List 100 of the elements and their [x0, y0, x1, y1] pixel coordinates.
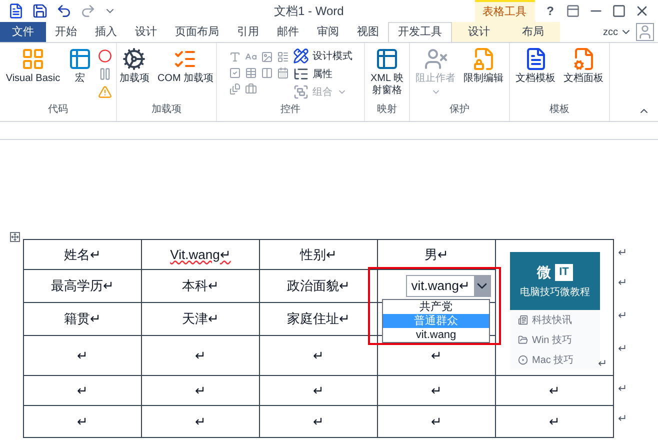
- group-label: 映射: [376, 102, 398, 117]
- row-end-mark: ↵: [618, 246, 627, 258]
- group-label: 控件: [280, 103, 302, 117]
- table-cell-text: 最高学历↵: [51, 278, 114, 293]
- warning-icon[interactable]: [98, 85, 112, 99]
- ribbon-button[interactable]: 文档面板: [562, 47, 606, 85]
- table-cell-text: ↵: [77, 348, 88, 362]
- table-cell-text: ↵: [195, 348, 206, 362]
- table-cell-text: 籍贯↵: [64, 311, 101, 326]
- card-link[interactable]: 科技快讯: [532, 312, 572, 328]
- files-icon[interactable]: [228, 83, 240, 95]
- table-cell-text: 本科↵: [182, 278, 219, 293]
- ribbon-button[interactable]: 设计模式: [292, 47, 352, 65]
- ribbon-button[interactable]: 宏: [66, 47, 94, 85]
- card-link[interactable]: Win 技巧: [532, 332, 572, 348]
- table-icon[interactable]: [244, 67, 256, 79]
- ribbon-button[interactable]: 限制编辑: [462, 47, 506, 85]
- grid-icon: [20, 47, 45, 71]
- image-icon[interactable]: [260, 51, 272, 63]
- ribbon-button[interactable]: COM 加载项: [155, 47, 216, 85]
- save-icon[interactable]: [32, 3, 48, 19]
- ribbon-options-icon[interactable]: [566, 4, 580, 18]
- ribbon-tab[interactable]: 邮件: [268, 22, 308, 42]
- table-cell-text: ↵: [549, 414, 560, 428]
- logo-text: 微: [537, 263, 552, 282]
- table-cell-text: Vit.wang↵: [170, 246, 231, 262]
- checkbox-icon[interactable]: [228, 67, 240, 79]
- columns-icon[interactable]: [260, 67, 272, 79]
- table-cell-text: 家庭住址↵: [287, 311, 350, 326]
- logo-badge: IT: [555, 264, 573, 281]
- list-icon: [292, 66, 308, 82]
- row-end-mark: ↵: [618, 412, 627, 424]
- table-cell-text: ↵: [195, 414, 206, 428]
- ribbon-tab[interactable]: 开发工具: [388, 22, 452, 42]
- circle-icon: [518, 355, 528, 365]
- ribbon-tab[interactable]: 设计: [126, 22, 166, 42]
- table-cell-text: ↵: [431, 382, 442, 398]
- ribbon-tab[interactable]: 布局: [506, 22, 560, 42]
- pause-icon[interactable]: [98, 67, 112, 81]
- paragraph-mark: ↵: [598, 356, 607, 372]
- ribbon-tab[interactable]: 引用: [228, 22, 268, 42]
- ribbon-tab[interactable]: 插入: [86, 22, 126, 42]
- ribbon-button[interactable]: XML 映射窗格: [367, 47, 407, 97]
- ribbon-tab[interactable]: 审阅: [308, 22, 348, 42]
- briefcase-icon[interactable]: [244, 83, 256, 95]
- maximize-icon[interactable]: [612, 4, 626, 18]
- undo-icon[interactable]: [56, 3, 72, 19]
- ribbon-button[interactable]: 加载项: [117, 47, 152, 85]
- table-cell-text: 性别↵: [300, 246, 337, 262]
- row-end-mark: ↵: [618, 310, 627, 322]
- text-icon[interactable]: [228, 51, 240, 63]
- table-cell-text: ↵: [77, 414, 88, 428]
- window-title: 文档1 - Word: [274, 3, 344, 20]
- card-link[interactable]: Mac 技巧: [532, 352, 574, 368]
- table-cell-text: 姓名↵: [64, 246, 101, 262]
- ribbon-button[interactable]: 文档模板: [514, 47, 558, 85]
- group-label: 加载项: [150, 102, 182, 117]
- dropdown-option[interactable]: vit.wang: [383, 328, 489, 342]
- table-cell-text: ↵: [77, 382, 88, 398]
- ribbon-button[interactable]: 属性: [292, 65, 352, 83]
- group-icon: [292, 84, 308, 100]
- record-icon[interactable]: [98, 49, 112, 63]
- dropdown-field[interactable]: vit.wang↵: [406, 275, 491, 297]
- table-icon: [68, 47, 92, 71]
- ribbon-button[interactable]: Visual Basic: [4, 47, 62, 85]
- row-end-mark: ↵: [618, 382, 627, 394]
- row-end-mark: ↵: [618, 342, 627, 354]
- table-cell-text: 天津↵: [182, 311, 219, 326]
- pencil-ruler-icon: [292, 48, 308, 64]
- document-gear-icon: [572, 47, 596, 71]
- help-button[interactable]: ?: [542, 2, 558, 20]
- group-label: 模板: [548, 102, 570, 117]
- user-blocked-icon: [424, 47, 448, 71]
- caret-icon[interactable]: [474, 276, 490, 296]
- context-tab-label: 表格工具: [474, 0, 535, 22]
- table-move-handle-icon[interactable]: [10, 232, 20, 242]
- calendar-icon[interactable]: [276, 67, 288, 79]
- list-icon[interactable]: [276, 51, 288, 63]
- folder-icon: [518, 335, 528, 345]
- dropdown-option[interactable]: 共产党: [383, 300, 489, 314]
- redo-icon[interactable]: [80, 3, 96, 19]
- table-cell-text: 男↵: [424, 246, 448, 262]
- table-cell-text: 政治面貌↵: [287, 278, 350, 293]
- ribbon-tab[interactable]: 页面布局: [166, 22, 228, 42]
- table-cell-text: ↵: [431, 348, 442, 362]
- word-app-icon[interactable]: [8, 3, 24, 19]
- table-cell-text: ↵: [549, 382, 560, 398]
- account-name[interactable]: zcc: [603, 22, 618, 42]
- table-cell-text: ↵: [431, 414, 442, 428]
- file-lock-icon: [472, 47, 496, 71]
- group-label: 代码: [47, 103, 69, 117]
- table-cell-text: ↵: [313, 382, 324, 398]
- table-cell-text: ↵: [313, 348, 324, 362]
- ribbon-tab[interactable]: 开始: [46, 22, 86, 42]
- row-end-mark: ↵: [618, 276, 627, 288]
- banner-subtitle: 电脑技巧微教程: [520, 286, 590, 300]
- ribbon-tab[interactable]: 视图: [348, 22, 388, 42]
- ribbon-tab[interactable]: 设计: [452, 22, 506, 42]
- table-cell-text: ↵: [313, 414, 324, 428]
- ribbon-tab[interactable]: 文件: [0, 22, 46, 42]
